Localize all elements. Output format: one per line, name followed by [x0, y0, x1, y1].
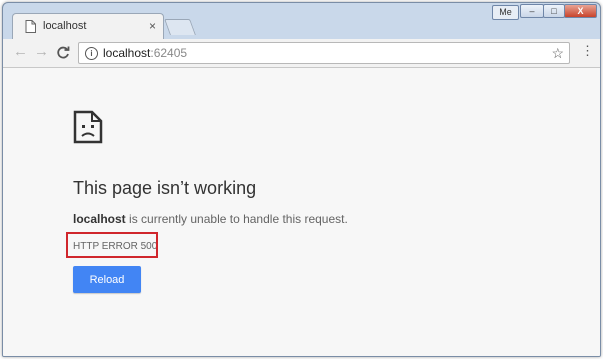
reload-button[interactable]: Reload — [73, 266, 141, 293]
tab-title: localhost — [43, 20, 87, 32]
maximize-button[interactable]: □ — [543, 4, 565, 18]
url-text: localhost:62405 — [103, 46, 187, 60]
document-icon — [25, 20, 36, 33]
url-host: localhost — [103, 46, 151, 60]
error-message: localhost is currently unable to handle … — [73, 212, 348, 226]
back-arrow-icon[interactable]: ← — [13, 44, 28, 60]
sad-page-icon — [73, 110, 103, 144]
bookmark-star-icon[interactable]: ☆ — [551, 45, 564, 62]
user-profile-button[interactable]: Me — [492, 5, 519, 20]
browser-toolbar: ← → i localhost:62405 ☆ ⋮ — [3, 39, 600, 68]
browser-window: localhost × Me – □ X ← → i localhost:624… — [2, 2, 601, 357]
error-message-text: is currently unable to handle this reque… — [125, 212, 348, 226]
menu-icon[interactable]: ⋮ — [581, 44, 594, 58]
close-window-button[interactable]: X — [564, 4, 597, 18]
minimize-button[interactable]: – — [520, 4, 544, 18]
reload-icon[interactable] — [56, 46, 70, 60]
tab-close-icon[interactable]: × — [149, 19, 156, 33]
address-bar[interactable]: i localhost:62405 ☆ — [78, 42, 570, 64]
info-icon[interactable]: i — [85, 47, 98, 60]
highlight-annotation — [66, 232, 158, 258]
title-bar: localhost × Me – □ X — [3, 3, 600, 39]
error-host: localhost — [73, 212, 126, 226]
new-tab-button[interactable] — [164, 19, 196, 35]
error-heading: This page isn’t working — [73, 178, 257, 198]
url-port: :62405 — [150, 46, 188, 60]
forward-arrow-icon[interactable]: → — [34, 44, 49, 60]
tab-localhost[interactable]: localhost × — [12, 13, 164, 39]
page-content: This page isn’t working localhost is cur… — [3, 68, 600, 356]
